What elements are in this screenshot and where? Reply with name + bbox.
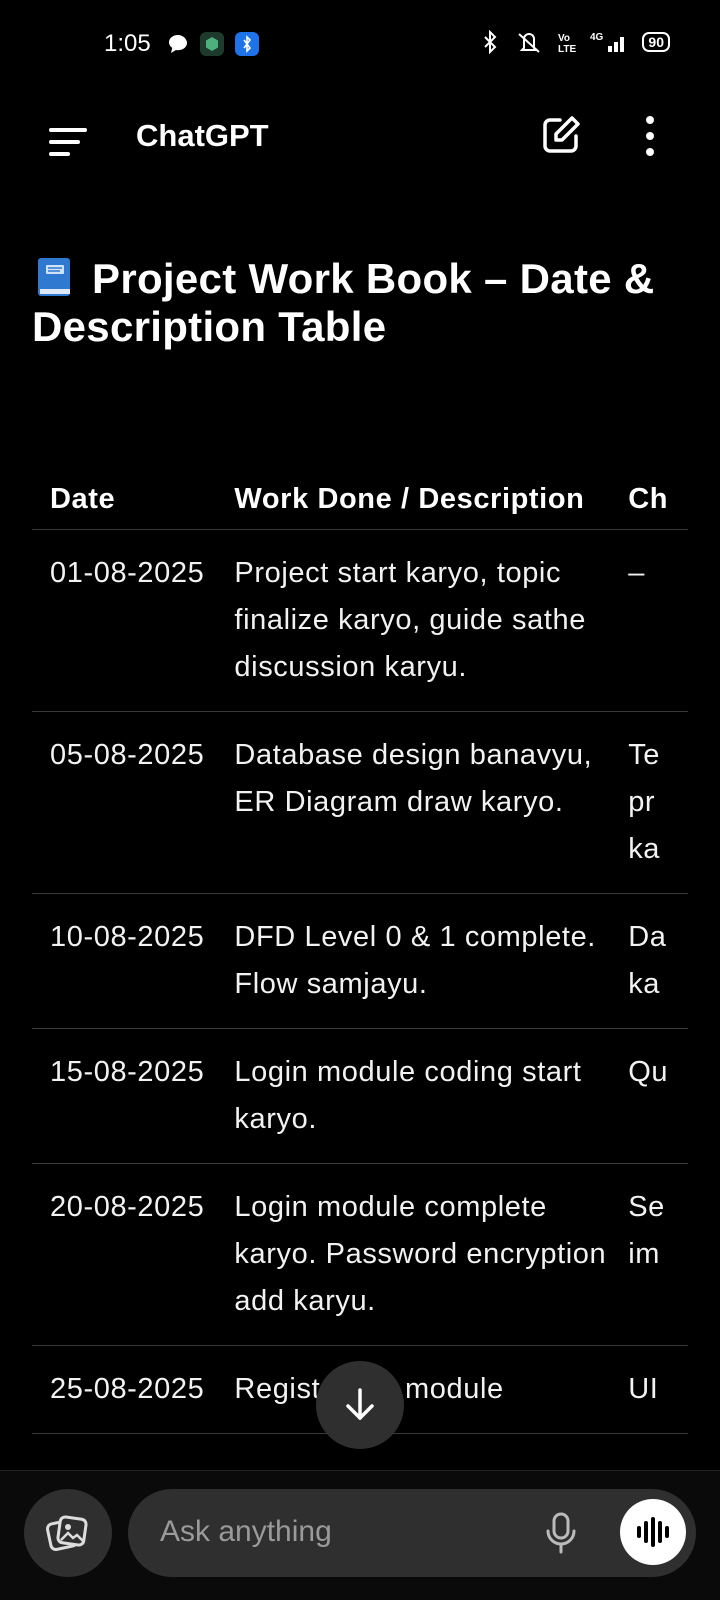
status-bar: 1:05 Vo LTE 4G 90	[0, 0, 720, 90]
table-body: 01-08-2025 Project start karyo, topic fin…	[32, 530, 688, 1434]
cell-description: Project start karyo, topic finalize kary…	[234, 557, 586, 683]
page-heading: Project Work Book – Date & Description T…	[32, 255, 688, 351]
cell-date: 15-08-2025	[50, 1056, 205, 1088]
table-header-row: Date Work Done / Description Ch	[32, 425, 688, 530]
cell-date: 25-08-2025	[50, 1373, 205, 1405]
column-header-description: Work Done / Description	[234, 483, 585, 515]
heading-text: Project Work Book – Date & Description T…	[32, 255, 655, 350]
app-header: ChatGPT	[0, 100, 720, 180]
more-options-icon[interactable]	[640, 114, 660, 158]
voice-waveform-icon	[637, 1517, 669, 1547]
images-icon	[46, 1515, 88, 1551]
work-table: Date Work Done / Description Ch 01-08-20…	[32, 425, 688, 1465]
cell-partial: Te pr ka	[628, 739, 661, 865]
bluetooth-app-icon	[235, 32, 259, 56]
cell-partial: Se im	[628, 1191, 665, 1270]
scroll-to-bottom-button[interactable]	[316, 1361, 404, 1449]
cell-partial: UI	[628, 1373, 659, 1405]
menu-icon[interactable]	[48, 122, 88, 158]
cell-date: 20-08-2025	[50, 1191, 205, 1223]
volte-icon: Vo LTE	[558, 33, 576, 54]
table-row: 10-08-2025 DFD Level 0 & 1 complete. Flow…	[32, 894, 688, 1029]
svg-text:Vo: Vo	[558, 33, 570, 44]
new-chat-edit-icon[interactable]	[540, 114, 582, 156]
signal-icon: 4G	[590, 32, 625, 52]
cell-description: Registration module	[234, 1373, 504, 1405]
cell-description: Login module complete karyo. Password en…	[234, 1191, 607, 1317]
message-input[interactable]: Ask anything	[128, 1489, 696, 1577]
message-content: Project Work Book – Date & Description T…	[32, 255, 688, 351]
microphone-icon[interactable]	[544, 1511, 578, 1555]
status-icons: Vo LTE 4G 90	[478, 30, 670, 54]
table-row: 20-08-2025 Login module complete karyo. P…	[32, 1164, 688, 1346]
bluetooth-icon	[484, 30, 497, 54]
column-header-partial: Ch	[628, 483, 669, 515]
cell-description: Database design banavyu, ER Diagram draw…	[234, 739, 593, 818]
cell-partial: Qu	[628, 1056, 669, 1088]
table-row: 05-08-2025 Database design banavyu, ER Di…	[32, 712, 688, 894]
voice-mode-button[interactable]	[620, 1499, 686, 1565]
composer-bar: Ask anything	[0, 1470, 720, 1600]
table-row: 15-08-2025 Login module coding start kary…	[32, 1029, 688, 1164]
column-header-date: Date	[50, 483, 116, 515]
app-title: ChatGPT	[136, 118, 269, 153]
chat-notification-icon	[169, 35, 187, 53]
mute-icon	[518, 33, 541, 53]
arrow-down-icon	[346, 1388, 374, 1420]
cell-date: 05-08-2025	[50, 739, 205, 771]
input-placeholder: Ask anything	[160, 1515, 332, 1548]
status-time: 1:05	[104, 30, 151, 57]
attach-images-button[interactable]	[24, 1489, 112, 1577]
cell-date: 10-08-2025	[50, 921, 205, 953]
cell-description: Login module coding start karyo.	[234, 1056, 582, 1135]
cell-description: DFD Level 0 & 1 complete. Flow samjayu.	[234, 921, 596, 1000]
battery-indicator: 90	[642, 32, 670, 52]
cell-partial: –	[628, 557, 645, 589]
blue-book-icon	[38, 258, 70, 296]
cell-partial: Da ka	[628, 921, 667, 1000]
app-notification-icon	[200, 32, 224, 56]
table-row: 01-08-2025 Project start karyo, topic fin…	[32, 530, 688, 712]
svg-text:LTE: LTE	[558, 44, 576, 54]
cell-date: 01-08-2025	[50, 557, 205, 589]
svg-text:4G: 4G	[590, 32, 604, 43]
